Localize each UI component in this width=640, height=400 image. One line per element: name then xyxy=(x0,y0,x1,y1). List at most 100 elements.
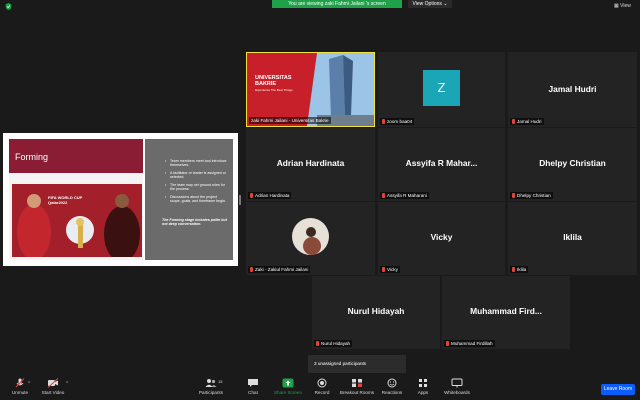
muted-mic-icon xyxy=(316,341,319,346)
participant-label: Nurul Hidayah xyxy=(321,341,351,346)
participant-name: Iklila xyxy=(563,232,582,242)
participants-count: 15 xyxy=(218,379,223,384)
view-button[interactable]: ▦ View xyxy=(614,3,631,9)
unmute-label: Unmute xyxy=(11,390,29,395)
chat-icon xyxy=(248,379,258,387)
muted-mic-icon xyxy=(446,341,449,346)
world-cup-caption: FIFA WORLD CUP Qatar2022 xyxy=(48,195,83,205)
video-tile[interactable]: Nurul Hidayah Nurul Hidayah xyxy=(312,276,440,349)
screen-share-banner: You are viewing zaki Fahmi Jailani 's sc… xyxy=(272,0,402,8)
participant-label: Assyifa R Maharani xyxy=(387,193,427,198)
chat-label: Chat xyxy=(248,390,258,395)
tile-label: Zaki - Zakiul Fahmi Jailani xyxy=(248,266,311,273)
tile-label: Adrian Hardinata xyxy=(248,192,292,199)
video-tile[interactable]: Zaki - Zakiul Fahmi Jailani xyxy=(246,202,375,275)
unassigned-participants[interactable]: 3 unassigned participants xyxy=(308,355,406,373)
participant-name: Vicky xyxy=(430,232,453,242)
video-tile[interactable]: Muhammad Fird... Muhammad Firdillah xyxy=(442,276,570,349)
muted-mic-icon xyxy=(382,267,385,272)
breakout-rooms-button[interactable]: Breakout Rooms xyxy=(337,378,377,395)
apps-icon xyxy=(419,379,427,387)
muted-mic-icon xyxy=(512,193,515,198)
tile-label: Muhammad Firdillah xyxy=(444,340,495,347)
tile-label: Jamal Hudri xyxy=(510,118,544,125)
participants-icon xyxy=(205,379,217,387)
participant-label: Zaki - Zakiul Fahmi Jailani xyxy=(255,267,309,272)
slide-photo: FIFA WORLD CUP Qatar2022 xyxy=(12,184,142,257)
audio-options-caret[interactable]: ^ xyxy=(28,381,30,387)
breakout-rooms-label: Breakout Rooms xyxy=(339,390,375,395)
view-options-button[interactable]: View Options ⌄ xyxy=(408,0,452,8)
tile-label: Dhelpy Christian xyxy=(510,192,553,199)
university-title: UNIVERSITAS BAKRIE xyxy=(255,75,292,87)
video-options-caret[interactable]: ^ xyxy=(66,381,68,387)
avatar: Z xyxy=(423,70,460,106)
video-tile[interactable]: Vicky Vicky xyxy=(378,202,505,275)
record-label: Record xyxy=(314,390,330,395)
profile-photo xyxy=(292,218,329,255)
chat-button[interactable]: Chat xyxy=(233,378,273,395)
slide-left-panel: Forming FIFA WORLD CUP Qatar2022 xyxy=(9,139,143,260)
grid-icon: ▦ xyxy=(614,3,619,9)
slide-bullet: The team may set ground rules for the pr… xyxy=(165,183,228,192)
muted-mic-icon xyxy=(382,119,385,124)
record-button[interactable]: Record xyxy=(302,378,342,395)
participant-label: Vicky xyxy=(387,267,398,272)
muted-mic-icon xyxy=(250,193,253,198)
slide-bullet: A facilitator or leader is assigned or s… xyxy=(165,171,228,180)
reactions-icon xyxy=(387,378,397,388)
splitter-handle[interactable] xyxy=(239,195,241,205)
video-tile[interactable]: Jamal Hudri Jamal Hudri xyxy=(508,52,637,127)
tile-label: Assyifa R Maharani xyxy=(380,192,429,199)
tile-label: zoom baa04 xyxy=(380,118,415,125)
record-icon xyxy=(317,378,327,388)
participant-name: Dhelpy Christian xyxy=(539,158,606,168)
tile-label: Nurul Hidayah xyxy=(314,340,353,347)
breakout-rooms-icon xyxy=(352,379,362,387)
participant-label: Adrian Hardinata xyxy=(255,193,290,198)
video-tile[interactable]: Z zoom baa04 xyxy=(378,52,505,127)
slide-right-panel: Team members meet and introduce themselv… xyxy=(145,139,233,260)
participant-name: Muhammad Fird... xyxy=(470,306,542,316)
tile-label: zaki Fahmi Jailani - Universitas Bakrie xyxy=(249,117,331,124)
muted-mic-icon xyxy=(512,267,515,272)
start-video-label: Start Video xyxy=(41,390,65,395)
slide-title: Forming xyxy=(15,152,49,162)
tile-label: Vicky xyxy=(380,266,400,273)
whiteboards-label: Whiteboards xyxy=(444,390,470,395)
participants-button[interactable]: Participants xyxy=(191,378,231,395)
slide-bullet: Discussions about the project scope, goa… xyxy=(165,195,228,204)
slide-note: The Forming stage includes polite but no… xyxy=(162,218,227,227)
video-tile[interactable]: Iklila Iklila xyxy=(508,202,637,275)
video-tile[interactable]: Dhelpy Christian Dhelpy Christian xyxy=(508,128,637,201)
participant-name: Nurul Hidayah xyxy=(347,306,405,316)
slide-title-bar: Forming xyxy=(9,139,143,173)
muted-mic-icon xyxy=(15,378,25,388)
video-tile[interactable]: Adrian Hardinata Adrian Hardinata xyxy=(246,128,375,201)
university-tile-label: zaki Fahmi Jailani - Universitas Bakrie xyxy=(251,118,329,123)
share-screen-icon xyxy=(282,378,294,388)
shared-screen[interactable]: Forming FIFA WORLD CUP Qatar2022 Team me… xyxy=(3,133,238,266)
whiteboards-button[interactable]: Whiteboards xyxy=(437,378,477,395)
participant-label: Jamal Hudri xyxy=(517,119,542,124)
leave-room-button[interactable]: Leave Room xyxy=(601,384,635,395)
video-off-icon xyxy=(47,378,59,388)
tile-label: Iklila xyxy=(510,266,529,273)
participant-name: Jamal Hudri xyxy=(548,84,597,94)
shield-icon[interactable] xyxy=(5,3,12,10)
muted-mic-icon xyxy=(512,119,515,124)
video-tile-featured[interactable]: UNIVERSITAS BAKRIE Experience The Best T… xyxy=(246,52,375,127)
reactions-label: Reactions xyxy=(381,390,403,395)
participant-name: Adrian Hardinata xyxy=(276,158,345,168)
slide-bullet: Team members meet and introduce themselv… xyxy=(165,159,228,168)
share-screen-label: Share Screen xyxy=(273,390,303,395)
video-tile[interactable]: Assyifa R Mahar... Assyifa R Maharani xyxy=(378,128,505,201)
muted-mic-icon xyxy=(250,267,253,272)
whiteboard-icon xyxy=(451,378,463,388)
participant-label: Dhelpy Christian xyxy=(517,193,551,198)
apps-label: Apps xyxy=(417,390,429,395)
participant-name: Assyifa R Mahar... xyxy=(405,158,478,168)
participant-label: Iklila xyxy=(517,267,527,272)
view-label: View xyxy=(620,3,631,9)
muted-mic-icon xyxy=(382,193,385,198)
